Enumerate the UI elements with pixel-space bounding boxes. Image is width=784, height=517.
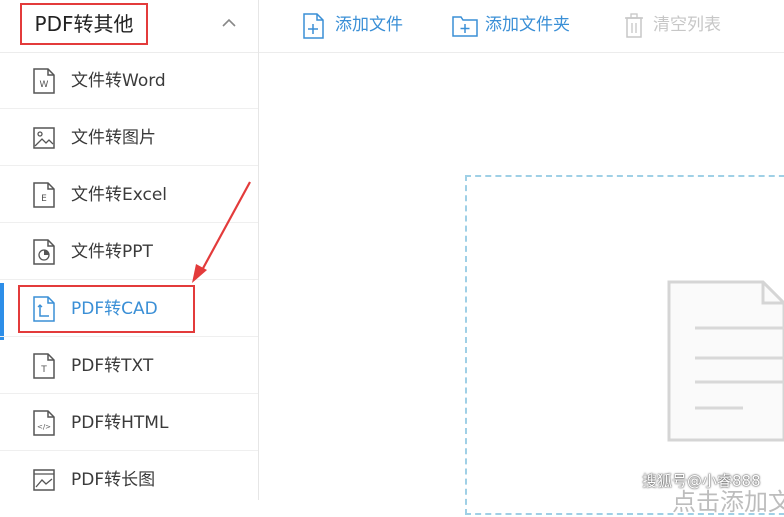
sidebar-item-label: PDF转TXT <box>71 356 154 376</box>
clear-list-button[interactable]: 清空列表 <box>623 0 753 52</box>
sidebar-item-file-to-ppt[interactable]: 文件转PPT <box>0 224 258 280</box>
image-file-icon <box>33 127 55 149</box>
add-file-label: 添加文件 <box>335 15 403 35</box>
sidebar-item-label: 文件转PPT <box>71 242 153 262</box>
watermark-text: 搜狐号@小睿888 <box>642 472 761 490</box>
add-folder-button[interactable]: 添加文件夹 <box>452 0 602 52</box>
sidebar-item-file-to-excel[interactable]: E 文件转Excel <box>0 167 258 223</box>
sidebar-item-label: PDF转HTML <box>71 413 169 433</box>
document-placeholder-icon <box>667 280 784 442</box>
add-folder-label: 添加文件夹 <box>485 15 570 35</box>
sidebar-item-label: 文件转图片 <box>71 128 156 148</box>
sidebar-item-file-to-word[interactable]: W 文件转Word <box>0 53 258 109</box>
sidebar-header[interactable]: PDF转其他 <box>0 0 258 53</box>
ppt-file-icon <box>33 239 55 265</box>
add-folder-icon <box>452 16 478 37</box>
svg-text:E: E <box>41 194 47 204</box>
svg-text:</>: </> <box>37 423 51 431</box>
html-file-icon: </> <box>33 410 55 436</box>
sidebar-item-file-to-image[interactable]: 文件转图片 <box>0 110 258 166</box>
sidebar-item-label: 文件转Excel <box>71 185 168 205</box>
excel-file-icon: E <box>33 182 55 208</box>
chevron-up-icon[interactable] <box>220 14 238 32</box>
sidebar: PDF转其他 W 文件转Word 文件转图片 E 文件转Excel 文件转PPT… <box>0 0 259 500</box>
sidebar-item-pdf-to-html[interactable]: </> PDF转HTML <box>0 395 258 451</box>
clear-list-label: 清空列表 <box>653 15 721 35</box>
highlight-box <box>18 285 195 333</box>
svg-text:W: W <box>40 80 49 90</box>
sidebar-item-label: 文件转Word <box>71 71 166 91</box>
sidebar-header-title: PDF转其他 <box>20 3 148 45</box>
trash-icon <box>625 13 643 38</box>
word-file-icon: W <box>33 68 55 94</box>
toolbar: 添加文件 添加文件夹 清空列表 <box>259 0 784 53</box>
long-image-file-icon <box>33 469 55 491</box>
txt-file-icon: T <box>33 353 55 379</box>
sidebar-item-pdf-to-txt[interactable]: T PDF转TXT <box>0 338 258 394</box>
svg-text:T: T <box>40 365 47 375</box>
add-file-icon <box>303 13 324 39</box>
add-file-button[interactable]: 添加文件 <box>302 0 432 52</box>
